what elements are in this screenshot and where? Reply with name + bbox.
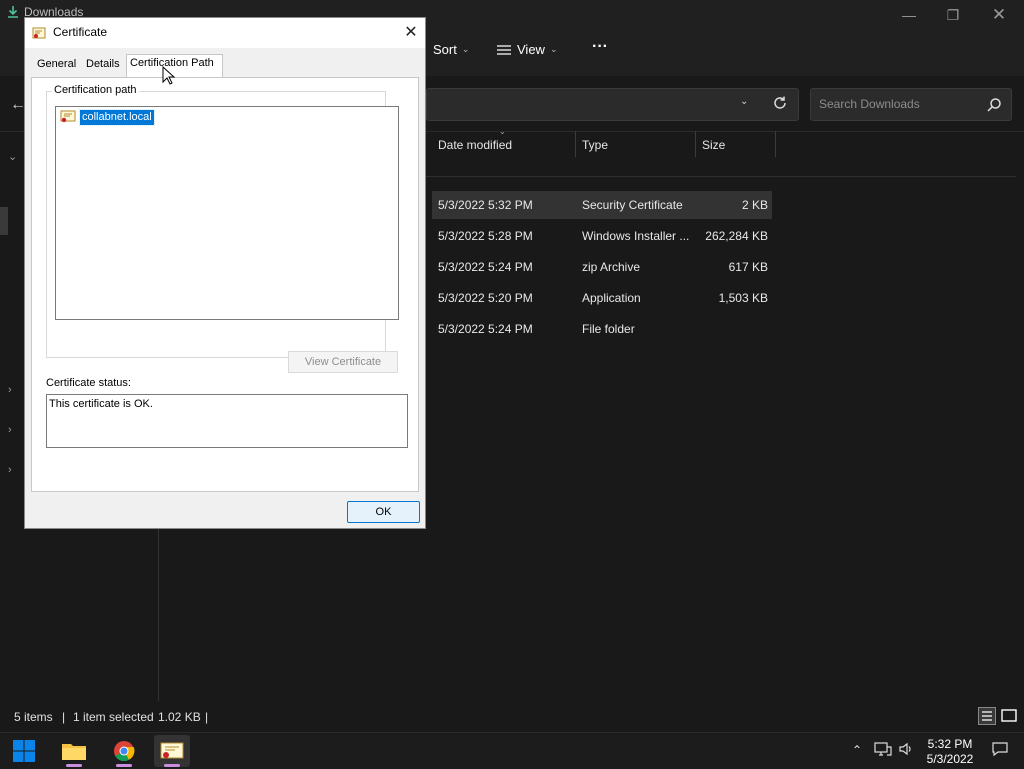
nav-collapse-icon[interactable]: › <box>8 464 12 476</box>
start-button[interactable] <box>6 735 42 767</box>
row-type: Application <box>582 291 641 305</box>
status-separator: | <box>205 710 209 724</box>
tree-item-collabnet[interactable]: collabnet.local <box>79 109 155 126</box>
restore-button[interactable]: ❐ <box>930 4 976 26</box>
row-date: 5/3/2022 5:24 PM <box>438 322 533 336</box>
nav-selected-item[interactable] <box>0 207 8 235</box>
dialog-close-button[interactable]: ✕ <box>397 21 425 45</box>
running-indicator <box>66 764 82 767</box>
header-divider <box>426 176 1016 177</box>
sort-button[interactable]: Sort ⌄ <box>433 42 469 57</box>
tab-panel: Certification path collabnet.local View … <box>31 77 419 492</box>
taskbar-file-explorer[interactable] <box>56 735 92 767</box>
certification-path-tree[interactable]: collabnet.local <box>55 106 399 320</box>
refresh-icon[interactable] <box>771 94 789 112</box>
selection-count: 1 item selected <box>73 710 154 724</box>
taskbar-chrome[interactable] <box>106 735 142 767</box>
row-date: 5/3/2022 5:32 PM <box>438 198 533 212</box>
system-clock[interactable]: 5:32 PM 5/3/2022 <box>918 737 982 767</box>
taskbar: ⌃ 5:32 PM 5/3/2022 <box>0 732 1024 769</box>
status-bar: 5 items | 1 item selected 1.02 KB | <box>0 701 1024 732</box>
row-size: 617 KB <box>728 260 768 274</box>
row-date: 5/3/2022 5:20 PM <box>438 291 533 305</box>
nav-collapse-icon[interactable]: › <box>8 424 12 436</box>
table-row[interactable]: 5/3/2022 5:20 PM Application 1,503 KB <box>432 284 772 312</box>
certificate-status-label: Certificate status: <box>46 377 131 389</box>
certificate-icon <box>160 742 184 759</box>
search-input[interactable]: Search Downloads <box>810 88 1012 121</box>
certificate-icon <box>32 27 46 39</box>
details-view-icon[interactable] <box>978 707 996 725</box>
windows-logo-icon <box>13 740 35 762</box>
view-list-icon <box>497 44 511 55</box>
running-indicator <box>116 764 132 767</box>
tab-general[interactable]: General <box>37 58 76 70</box>
download-icon <box>8 6 18 18</box>
folder-icon <box>62 744 86 760</box>
table-row[interactable]: 5/3/2022 5:24 PM File folder <box>432 315 772 343</box>
search-placeholder: Search Downloads <box>819 97 920 111</box>
column-header-size[interactable]: Size <box>696 131 776 157</box>
row-type: Security Certificate <box>582 198 683 212</box>
nav-collapse-icon[interactable]: › <box>8 384 12 396</box>
search-icon[interactable] <box>986 97 1002 113</box>
group-label: Certification path <box>52 84 139 96</box>
certificate-dialog: Certificate ✕ General Details Certificat… <box>24 17 426 529</box>
running-indicator <box>164 764 180 767</box>
row-date: 5/3/2022 5:24 PM <box>438 260 533 274</box>
clock-time: 5:32 PM <box>927 737 973 751</box>
row-size: 1,503 KB <box>718 291 768 305</box>
certificate-icon <box>60 110 76 123</box>
volume-icon[interactable] <box>898 741 914 757</box>
selection-size: 1.02 KB <box>158 710 201 724</box>
row-size: 262,284 KB <box>705 229 768 243</box>
notification-icon[interactable] <box>992 741 1008 757</box>
table-row[interactable]: 5/3/2022 5:32 PM Security Certificate 2 … <box>432 191 772 219</box>
network-icon[interactable] <box>874 741 892 757</box>
row-date: 5/3/2022 5:28 PM <box>438 229 533 243</box>
clock-date: 5/3/2022 <box>926 752 974 766</box>
dialog-titlebar: Certificate ✕ <box>25 18 425 48</box>
item-count: 5 items <box>14 710 53 724</box>
address-dropdown-icon[interactable]: ⌄ <box>740 96 748 107</box>
chrome-icon <box>114 741 135 762</box>
certificate-status-text[interactable]: This certificate is OK. <box>46 394 408 448</box>
minimize-button[interactable]: — <box>886 4 932 26</box>
column-header-date[interactable]: Date modified <box>432 131 576 157</box>
row-type: File folder <box>582 322 635 336</box>
sort-label: Sort <box>433 42 457 57</box>
column-header-type[interactable]: Type <box>576 131 696 157</box>
row-size: 2 KB <box>741 198 768 212</box>
view-certificate-button[interactable]: View Certificate <box>288 351 398 373</box>
table-row[interactable]: 5/3/2022 5:24 PM zip Archive 617 KB <box>432 253 772 281</box>
view-button[interactable]: View ⌄ <box>496 42 558 57</box>
view-label: View <box>517 42 545 57</box>
close-button[interactable]: ✕ <box>976 4 1022 26</box>
taskbar-certificate[interactable] <box>154 735 190 767</box>
row-type: Windows Installer ... <box>582 229 690 243</box>
dialog-title: Certificate <box>53 25 108 39</box>
table-row[interactable]: 5/3/2022 5:28 PM Windows Installer ... 2… <box>432 222 772 250</box>
chevron-down-icon: ⌄ <box>549 44 558 54</box>
mouse-cursor-icon <box>162 66 176 85</box>
tab-details[interactable]: Details <box>86 58 120 70</box>
status-separator: | <box>62 710 66 724</box>
more-options-button[interactable]: ··· <box>592 38 608 56</box>
tray-overflow-icon[interactable]: ⌃ <box>852 743 862 757</box>
chevron-down-icon: ⌄ <box>461 44 470 54</box>
row-type: zip Archive <box>582 260 641 274</box>
nav-expand-icon[interactable]: ⌄ <box>8 150 17 163</box>
ok-button[interactable]: OK <box>347 501 420 523</box>
tiles-view-icon[interactable] <box>1000 707 1018 725</box>
